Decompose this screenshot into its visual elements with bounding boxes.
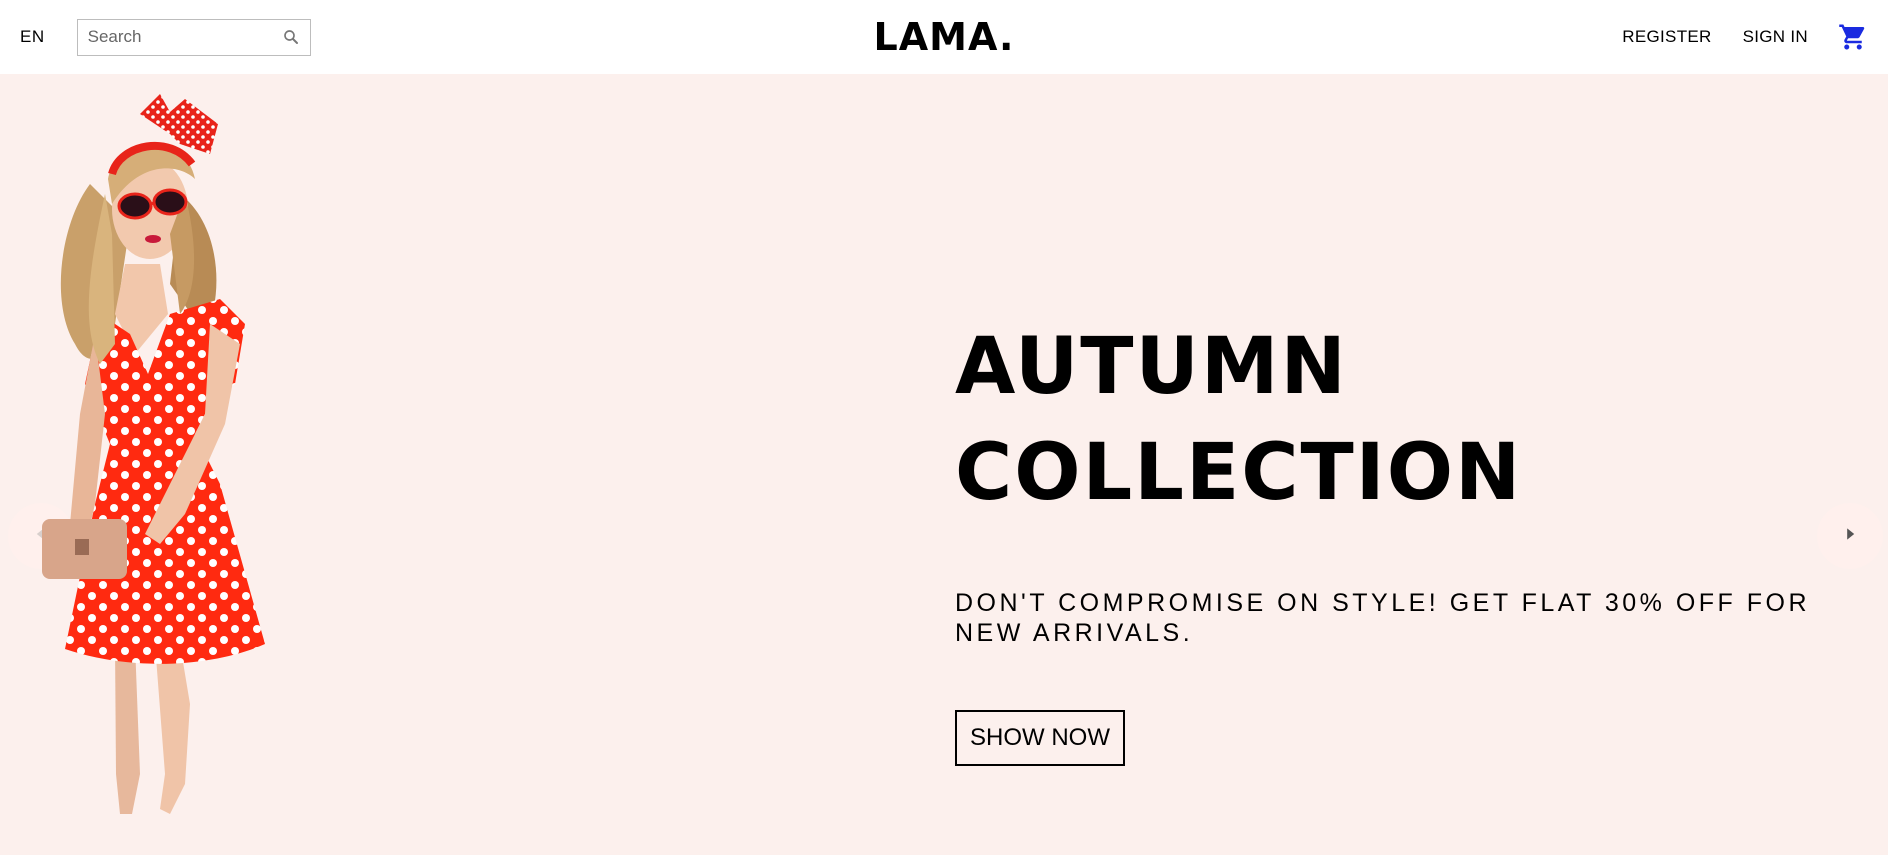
show-now-button[interactable]: SHOW NOW — [955, 710, 1125, 766]
sign-in-link[interactable]: SIGN IN — [1743, 27, 1808, 47]
slider-next-button[interactable] — [1817, 503, 1883, 569]
slide-description: DON'T COMPROMISE ON STYLE! GET FLAT 30% … — [955, 589, 1811, 647]
arrow-right-icon — [1843, 527, 1857, 546]
logo[interactable]: LAMA. — [874, 15, 1015, 59]
slide-info: AUTUMN COLLECTION DON'T COMPROMISE ON ST… — [955, 314, 1855, 766]
shopping-cart-icon[interactable] — [1838, 22, 1868, 52]
hero-slider: AUTUMN COLLECTION DON'T COMPROMISE ON ST… — [0, 74, 1888, 855]
navbar-right: REGISTER SIGN IN — [1591, 0, 1868, 74]
navbar-left: EN — [20, 0, 311, 74]
slide-title: AUTUMN COLLECTION — [955, 314, 1595, 526]
slide-title-line-2: COLLECTION — [955, 428, 1523, 518]
slide-title-line-1: AUTUMN — [955, 322, 1348, 412]
navbar: EN LAMA. REGISTER SIGN IN — [0, 0, 1888, 74]
language-selector[interactable]: EN — [20, 27, 45, 47]
search-container[interactable] — [76, 18, 311, 56]
register-link[interactable]: REGISTER — [1622, 27, 1711, 47]
search-icon[interactable] — [282, 28, 300, 46]
hero-product-image — [20, 84, 310, 814]
search-input[interactable] — [87, 27, 282, 47]
